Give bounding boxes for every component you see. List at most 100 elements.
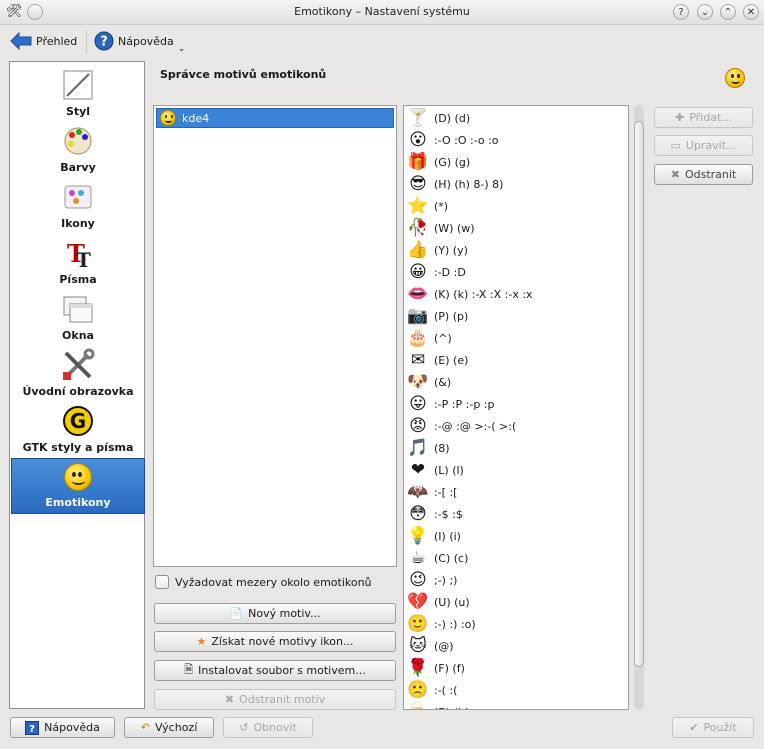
require-spaces-label: Vyžadovat mezery okolo emotikonů (175, 575, 372, 589)
defaults-button[interactable]: ↶ Výchozí (124, 717, 214, 738)
emoticon-icon: 👍 (407, 240, 429, 260)
emoticon-text: (U) (u) (434, 595, 470, 609)
svg-text:?: ? (29, 724, 35, 735)
install-theme-file-button[interactable]: 🗎 Instalovat soubor s motivem... (154, 660, 396, 681)
help-button[interactable]: ? Nápověda (10, 717, 115, 738)
list-item[interactable]: 🎵 (8) (407, 437, 450, 459)
sidebar-item-label: Emotikony (45, 496, 111, 509)
list-item[interactable]: ☕ (C) (c) (408, 547, 468, 569)
remove-theme-button[interactable]: ✖ Odstranit motiv (154, 689, 396, 710)
list-item[interactable]: ⭐ (*) (407, 195, 448, 217)
defaults-icon: ↶ (140, 721, 150, 734)
list-item[interactable]: 📷 (P) (p) (407, 305, 469, 327)
maximize-icon[interactable]: ⌃ (720, 4, 736, 20)
list-item[interactable]: 😀:-D :D (408, 261, 466, 283)
emoticon-text: :-D :D (434, 265, 466, 279)
add-emoticon-button[interactable]: ✚ Přidat... (654, 107, 753, 128)
list-item[interactable]: 🍺 (B) (b) (407, 701, 469, 709)
overview-button[interactable]: Přehled (10, 29, 77, 53)
emoticon-list[interactable]: 🍸 (D) (d) 😮:-O :O :-o :o 🎁 (G) (g) 😎 (H) (h) 8… (403, 105, 629, 710)
get-new-themes-button[interactable]: ★ Získat nové motivy ikon... (154, 631, 396, 652)
icons-icon (64, 185, 92, 209)
emoticon-text: (H) (h) 8-) 8) (434, 177, 504, 191)
new-document-icon: 📄 (229, 607, 244, 620)
scrollbar-thumb[interactable] (634, 121, 644, 667)
remove-label: Odstranit (684, 168, 737, 181)
emoticon-text: (8) (434, 441, 450, 455)
emoticon-icon: 🙂 (407, 614, 429, 634)
emoticon-icon: 😳 (409, 504, 427, 524)
list-item[interactable]: 💔 (U) (u) (407, 591, 470, 613)
emoticon-icon: 🎵 (407, 438, 429, 458)
emoticon-icon: 📷 (407, 306, 429, 326)
emoticon-text: (P) (p) (434, 309, 469, 323)
emoticon-scrollbar[interactable] (632, 105, 646, 710)
list-item[interactable]: 🦇:-[ :[ (407, 481, 458, 503)
close-icon[interactable]: ✕ (743, 4, 759, 20)
edit-icon: ▭ (670, 139, 681, 152)
svg-text:?: ? (100, 35, 108, 50)
require-spaces-checkbox[interactable]: Vyžadovat mezery okolo emotikonů (155, 575, 372, 589)
sidebar-item-label: Ikony (61, 217, 95, 230)
emoticon-icon: 💡 (407, 526, 429, 546)
list-item[interactable]: 😮:-O :O :-o :o (408, 129, 498, 151)
remove-x-icon: ✖ (670, 168, 680, 181)
new-theme-button[interactable]: 📄 Nový motiv... (154, 603, 396, 624)
minimize-icon[interactable]: ⌄ (697, 4, 713, 20)
list-item[interactable]: 🥀 (W) (w) (407, 217, 474, 239)
emoticon-text: :-[ :[ (434, 485, 458, 499)
install-theme-label: Instalovat soubor s motivem... (198, 664, 366, 677)
palette-icon (64, 127, 92, 155)
theme-list[interactable]: kde4 (153, 105, 397, 567)
list-item[interactable]: 😳:-$ :$ (408, 503, 463, 525)
svg-text:G: G (70, 409, 86, 433)
help-button-label: Nápověda (44, 721, 100, 734)
list-item[interactable]: 🙁:-( :( (407, 679, 457, 701)
list-item[interactable]: 😡:-@ :@ >:-( >:( (408, 415, 516, 437)
list-item[interactable]: 😛:-P :P :-p :p (408, 393, 494, 415)
sidebar-item-splash[interactable]: Úvodní obrazovka (11, 346, 145, 402)
list-item[interactable]: 🐱 (@) (408, 635, 453, 657)
sidebar-item-colors[interactable]: Barvy (11, 122, 145, 178)
list-item[interactable]: 👍 (Y) (y) (407, 239, 467, 261)
edit-emoticon-button[interactable]: ▭ Upravit... (654, 135, 753, 156)
emoticon-icon: ☕ (410, 548, 426, 568)
list-item[interactable]: 😎 (H) (h) 8-) 8) (408, 173, 503, 195)
sidebar-item-emoticons[interactable]: Emotikony (11, 458, 145, 514)
list-item[interactable]: ✉ (E) (e) (408, 349, 469, 371)
list-item[interactable]: 👄 (K) (k) :-X :X :-x :x (407, 283, 532, 305)
help-menu-button[interactable]: ? Nápověda ⌄ (94, 29, 185, 54)
list-item[interactable]: kde4 (156, 108, 394, 128)
sidebar: Styl Barvy Ikony T T Písma Okna Úvodní o… (9, 61, 145, 709)
reset-icon: ↺ (239, 721, 249, 734)
remove-x-icon: ✖ (224, 693, 235, 706)
help-label: Nápověda (118, 34, 174, 48)
sidebar-item-icons[interactable]: Ikony (11, 178, 145, 234)
list-item[interactable]: 😉 ;-) ;) (408, 569, 457, 591)
reset-button[interactable]: ↺ Obnovit (223, 717, 313, 738)
sidebar-item-label: Okna (62, 329, 94, 342)
emoticon-text: (F) (f) (434, 661, 465, 675)
emoticon-theme-icon (725, 68, 745, 88)
checkbox-box[interactable] (155, 575, 169, 589)
list-item[interactable]: ❤ (L) (l) (408, 459, 464, 481)
emoticon-text: (&) (434, 375, 452, 389)
list-item[interactable]: 🙂:-) :) :o) (407, 613, 475, 635)
sidebar-item-style[interactable]: Styl (11, 66, 145, 122)
help-question-icon[interactable]: ? (673, 4, 689, 20)
list-item[interactable]: 💡 (I) (i) (407, 525, 461, 547)
remove-emoticon-button[interactable]: ✖ Odstranit (654, 164, 753, 185)
apply-button[interactable]: ✔ Použít (672, 717, 754, 738)
emoticon-icon: 🎂 (407, 328, 429, 348)
sidebar-item-windows[interactable]: Okna (11, 290, 145, 346)
list-item[interactable]: 🎂 (^) (407, 327, 451, 349)
list-item[interactable]: 🍸 (D) (d) (407, 107, 470, 129)
list-item[interactable]: 🎁 (G) (g) (407, 151, 470, 173)
list-item[interactable]: 🌹 (F) (f) (407, 657, 465, 679)
list-item[interactable]: 🐶 (&) (407, 371, 452, 393)
emoticon-text: (C) (c) (434, 551, 469, 565)
sidebar-item-fonts[interactable]: T T Písma (11, 234, 145, 290)
sidebar-item-gtk[interactable]: G GTK styly a písma (11, 402, 145, 458)
emoticon-icon: 🐶 (407, 372, 429, 392)
install-icon: 🗎 (184, 663, 194, 676)
